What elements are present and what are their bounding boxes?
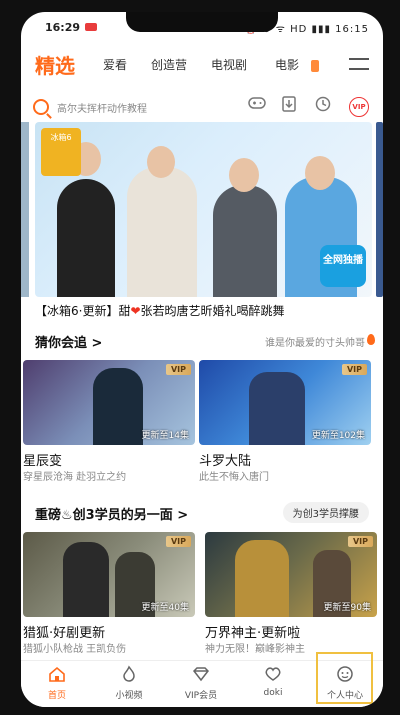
hero-banner[interactable]: 冰箱6 全网独播 <box>21 122 383 297</box>
tab-chuangzaoying[interactable]: 创造营 <box>151 56 187 73</box>
video-subtitle: 穿星辰沧海 赴羽立之约 <box>23 472 127 483</box>
video-thumbnail: VIP 更新至90集 <box>205 532 377 617</box>
tab-featured[interactable]: 精选 <box>35 50 75 79</box>
video-card[interactable]: VIP 更新至40集 猎狐·好剧更新 猎狐小队枪战 王凯负伤 <box>23 532 195 655</box>
section-title[interactable]: 重磅♨创3学员的另一面 > <box>35 504 188 523</box>
video-subtitle: 此生不悔入唐门 <box>199 472 269 483</box>
hero-prev-peek <box>21 122 29 297</box>
video-thumbnail: VIP 更新至40集 <box>23 532 195 617</box>
search-placeholder: 高尔夫挥杆动作教程 <box>57 104 147 115</box>
camera-notch <box>126 12 278 32</box>
episode-status: 更新至90集 <box>323 603 371 613</box>
tab-tv-series[interactable]: 电视剧 <box>211 56 247 73</box>
video-card[interactable]: VIP 更新至102集 斗罗大陆 此生不悔入唐门 <box>199 360 371 483</box>
nav-home[interactable]: 首页 <box>21 661 93 707</box>
status-time: 16:29 <box>45 21 81 34</box>
screen-record-icon <box>85 23 97 31</box>
nav-label: 小视频 <box>115 691 143 701</box>
video-thumbnail: VIP 更新至102集 <box>199 360 371 445</box>
more-channels-glimpse <box>311 60 319 72</box>
search-input[interactable]: 高尔夫挥杆动作教程 <box>33 94 233 120</box>
app-screen: 16:29 ⏰ ⊘ ᯤ HD ▮▮▮ 16:15 精选 爱看 创造营 电视剧 电… <box>21 12 383 707</box>
nav-doki[interactable]: doki <box>237 661 309 707</box>
diamond-icon <box>193 667 209 682</box>
video-subtitle: 神力无限！巅峰影神主 <box>205 644 305 655</box>
video-title: 斗罗大陆 <box>199 454 252 469</box>
video-title: 万界神主·更新啦 <box>205 626 301 641</box>
video-card[interactable]: VIP 更新至14集 星辰变 穿星辰沧海 赴羽立之约 <box>23 360 195 483</box>
video-subtitle: 猎狐小队枪战 王凯负伤 <box>23 644 127 655</box>
hero-image: 冰箱6 全网独播 <box>35 122 372 297</box>
search-icon <box>33 99 49 115</box>
search-row: 高尔夫挥杆动作教程 VIP <box>21 92 383 122</box>
episode-status: 更新至14集 <box>141 431 189 441</box>
video-title: 星辰变 <box>23 454 63 469</box>
nav-label: 首页 <box>47 691 66 701</box>
top-channel-nav: 精选 爱看 创造营 电视剧 电影 <box>21 48 383 82</box>
doki-heart-icon <box>265 667 281 681</box>
vip-icon[interactable]: VIP <box>349 97 369 117</box>
support-trainees-button[interactable]: 为创3学员撑腰 <box>282 502 369 523</box>
gamepad-icon[interactable] <box>247 96 267 116</box>
tab-love-watch[interactable]: 爱看 <box>103 56 127 73</box>
tab-movies[interactable]: 电影 <box>275 56 299 73</box>
menu-icon[interactable] <box>349 58 369 72</box>
vip-tag: VIP <box>341 364 367 375</box>
show-logo: 冰箱6 <box>41 128 81 176</box>
exclusive-badge: 全网独播 <box>320 245 366 287</box>
tap-highlight-box <box>316 652 373 704</box>
section-guess-you-follow-header: 猜你会追 > 谁是你最爱的寸头帅哥 <box>35 332 375 352</box>
nav-label: VIP会员 <box>184 691 218 701</box>
section-title[interactable]: 猜你会追 > <box>35 332 102 351</box>
phone-frame: 16:29 ⏰ ⊘ ᯤ HD ▮▮▮ 16:15 精选 爱看 创造营 电视剧 电… <box>0 0 400 715</box>
nav-short-video[interactable]: 小视频 <box>93 661 165 707</box>
video-card[interactable]: VIP 更新至90集 万界神主·更新啦 神力无限！巅峰影神主 <box>205 532 377 655</box>
vip-tag: VIP <box>165 536 191 547</box>
section-promo-text[interactable]: 谁是你最爱的寸头帅哥 <box>265 334 365 349</box>
hero-next-peek <box>376 122 383 297</box>
download-icon[interactable] <box>279 96 299 116</box>
fire-icon <box>367 334 375 345</box>
heart-icon: ❤ <box>130 304 141 318</box>
video-title: 猎狐·好剧更新 <box>23 626 106 641</box>
episode-status: 更新至102集 <box>311 431 365 441</box>
history-clock-icon[interactable] <box>313 96 333 116</box>
vip-tag: VIP <box>165 364 191 375</box>
video-thumbnail: VIP 更新至14集 <box>23 360 195 445</box>
nav-label: doki <box>263 688 283 698</box>
episode-status: 更新至40集 <box>141 603 189 613</box>
hero-title[interactable]: 【冰箱6·更新】甜❤张若昀唐艺昕婚礼喝醉跳舞 <box>35 302 375 319</box>
flame-icon <box>123 665 135 682</box>
home-icon <box>49 666 65 682</box>
nav-vip-member[interactable]: VIP会员 <box>165 661 237 707</box>
vip-tag: VIP <box>347 536 373 547</box>
